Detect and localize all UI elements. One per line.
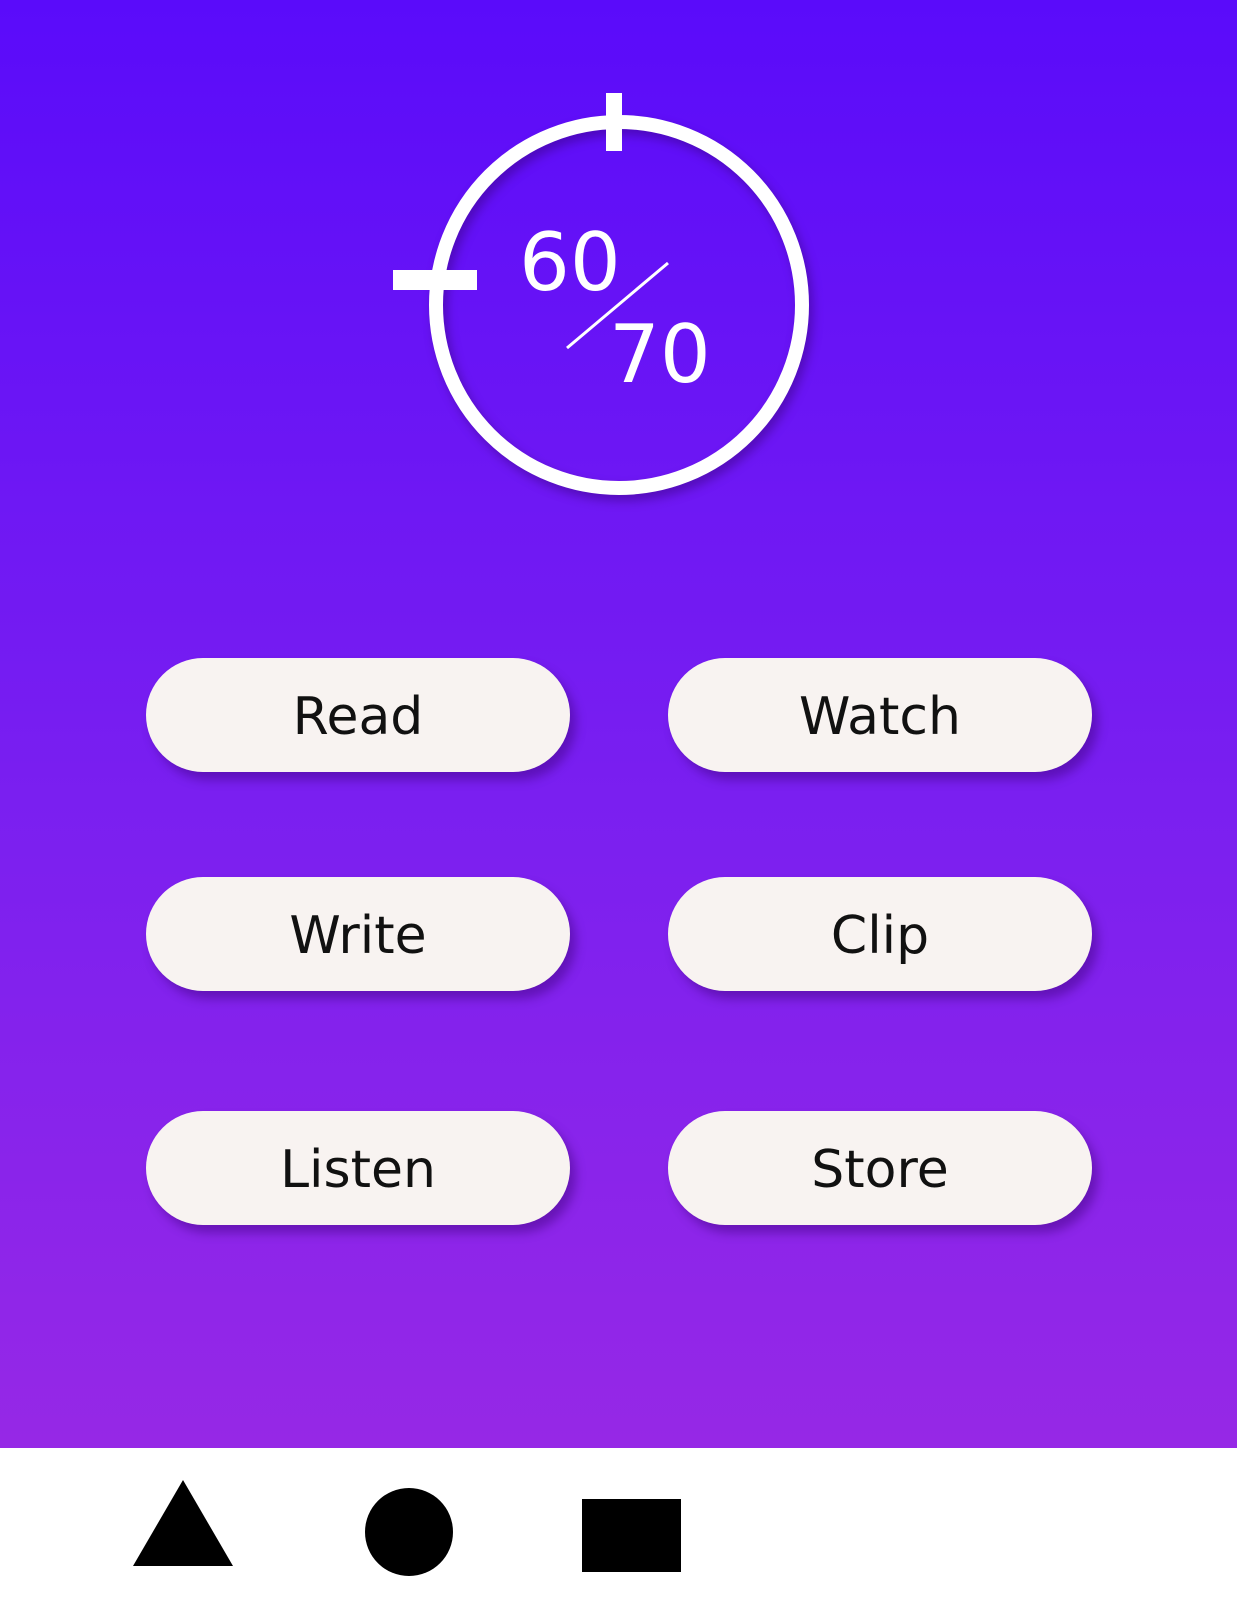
nav-home-button[interactable] — [365, 1488, 453, 1576]
clip-button[interactable]: Clip — [668, 877, 1092, 991]
progress-current-value: 60 — [519, 216, 621, 309]
progress-ring: 60 70 — [393, 83, 813, 503]
write-button-label: Write — [289, 906, 427, 966]
watch-button-label: Watch — [799, 687, 961, 747]
listen-button[interactable]: Listen — [146, 1111, 570, 1225]
triangle-icon — [133, 1480, 233, 1566]
read-button[interactable]: Read — [146, 658, 570, 772]
main-screen: 60 70 Read Watch Write Clip Listen Store — [0, 0, 1237, 1448]
bottom-navigation-bar — [0, 1448, 1237, 1600]
clip-button-label: Clip — [830, 906, 930, 966]
left-tick-marker — [393, 270, 477, 290]
store-button-label: Store — [811, 1140, 949, 1200]
read-button-label: Read — [292, 687, 424, 747]
square-icon — [582, 1499, 681, 1572]
listen-button-label: Listen — [280, 1140, 436, 1200]
progress-total-value: 70 — [609, 308, 711, 401]
circle-icon — [365, 1488, 453, 1576]
top-tick-marker — [606, 93, 622, 151]
write-button[interactable]: Write — [146, 877, 570, 991]
nav-recents-button[interactable] — [582, 1499, 681, 1572]
nav-back-button[interactable] — [133, 1480, 233, 1566]
watch-button[interactable]: Watch — [668, 658, 1092, 772]
store-button[interactable]: Store — [668, 1111, 1092, 1225]
